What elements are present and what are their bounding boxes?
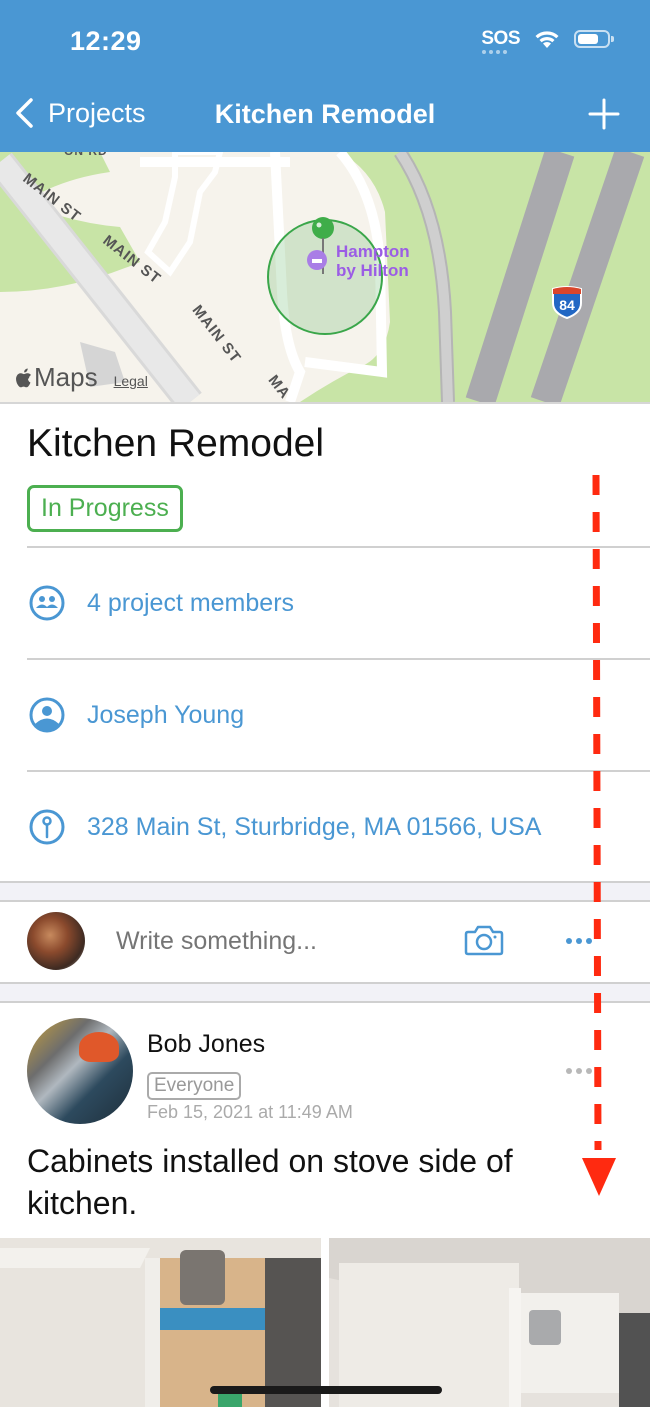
interstate-shield-icon: 84 [552, 286, 582, 319]
members-icon [29, 585, 65, 621]
poi-line-1: Hampton [336, 242, 410, 261]
write-post-input[interactable] [116, 927, 436, 956]
status-icons: SOS [481, 28, 614, 54]
add-button[interactable] [588, 98, 620, 135]
person-icon [29, 697, 65, 733]
camera-icon[interactable] [464, 924, 504, 956]
current-user-avatar [27, 912, 85, 970]
cabinet-photo [329, 1238, 650, 1407]
poi-line-2: by Hilton [336, 261, 409, 280]
divider [0, 402, 650, 404]
cabinet-photo [0, 1238, 321, 1407]
post-author[interactable]: Bob Jones [147, 1030, 265, 1059]
post-more-icon[interactable] [566, 1068, 592, 1074]
project-members-row[interactable]: 4 project members [27, 548, 650, 658]
home-indicator[interactable] [210, 1386, 442, 1394]
location-pin-icon [29, 809, 65, 845]
assignee-row[interactable]: Joseph Young [27, 660, 650, 770]
wifi-icon [535, 31, 559, 48]
status-badge: In Progress [27, 485, 183, 532]
shield-number: 84 [559, 297, 575, 313]
apple-logo-icon [16, 368, 31, 388]
members-label: 4 project members [87, 588, 295, 617]
maps-label: Maps [34, 362, 98, 392]
page-title: Kitchen Remodel [214, 99, 436, 129]
section-separator [0, 982, 650, 1003]
battery-icon [574, 30, 614, 48]
project-title: Kitchen Remodel [27, 422, 324, 465]
assignee-label: Joseph Young [87, 700, 245, 729]
address-label: 328 Main St, Sturbridge, MA 01566, USA [87, 812, 542, 841]
map-credit: Maps Legal [16, 362, 148, 393]
legal-link[interactable]: Legal [114, 373, 148, 389]
address-row[interactable]: 328 Main St, Sturbridge, MA 01566, USA [27, 772, 650, 882]
sos-indicator: SOS [481, 28, 520, 54]
sos-label: SOS [481, 28, 520, 49]
poi-label: Hampton by Hilton [336, 242, 410, 280]
status-time: 12:29 [70, 26, 142, 56]
post-composer [0, 902, 650, 982]
hotel-icon [307, 250, 327, 270]
plus-icon [588, 98, 620, 130]
post-photo[interactable] [0, 1238, 321, 1407]
audience-badge: Everyone [147, 1072, 242, 1100]
post-photo[interactable] [329, 1238, 650, 1407]
section-separator [0, 881, 650, 902]
post-date: Feb 15, 2021 at 11:49 AM [147, 1102, 353, 1122]
more-options-icon[interactable] [566, 938, 592, 944]
road-label-top: ON RD [64, 152, 108, 158]
location-map[interactable]: ON RD MAIN ST MAIN ST MAIN ST MA Hampton… [0, 152, 650, 402]
signal-dots [482, 50, 508, 54]
post-body: Cabinets installed on stove side of kitc… [27, 1143, 513, 1221]
author-avatar[interactable] [27, 1018, 133, 1124]
nav-header: 12:29 SOS Projects Kitchen Remodel [0, 0, 650, 152]
